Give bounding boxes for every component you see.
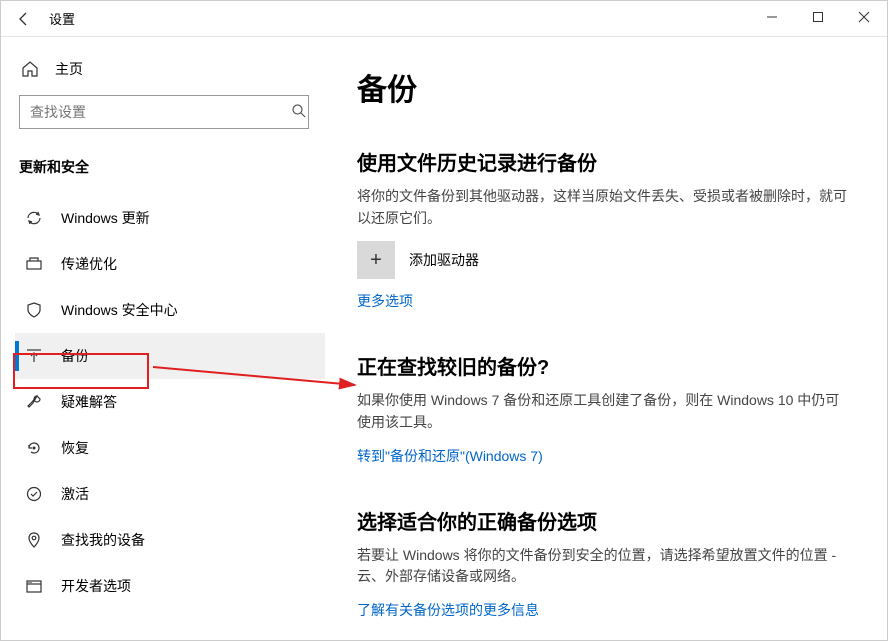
nav-item-developer[interactable]: 开发者选项 — [15, 563, 325, 609]
nav-label: 备份 — [61, 346, 89, 366]
search-input[interactable] — [19, 95, 309, 129]
add-drive-button[interactable]: + 添加驱动器 — [357, 241, 851, 279]
minimize-button[interactable] — [749, 1, 795, 33]
recovery-icon — [23, 439, 45, 457]
section-heading: 正在查找较旧的备份? — [357, 351, 851, 380]
nav-item-activation[interactable]: 激活 — [15, 471, 325, 517]
nav-item-recovery[interactable]: 恢复 — [15, 425, 325, 471]
section-backup-options: 选择适合你的正确备份选项 若要让 Windows 将你的文件备份到安全的位置，请… — [357, 506, 851, 620]
learn-more-link[interactable]: 了解有关备份选项的更多信息 — [357, 600, 539, 620]
main-content: 备份 使用文件历史记录进行备份 将你的文件备份到其他驱动器，这样当原始文件丢失、… — [333, 37, 887, 640]
nav-item-windows-update[interactable]: Windows 更新 — [15, 195, 325, 241]
nav-label: Windows 更新 — [61, 208, 150, 228]
location-icon — [23, 531, 45, 549]
nav-list: Windows 更新 传递优化 Windows 安全中心 备份 — [15, 195, 325, 609]
shield-icon — [23, 301, 45, 319]
section-desc: 如果你使用 Windows 7 备份和还原工具创建了备份，则在 Windows … — [357, 390, 851, 433]
more-options-link[interactable]: 更多选项 — [357, 291, 413, 311]
plus-icon: + — [357, 241, 395, 279]
section-desc: 若要让 Windows 将你的文件备份到安全的位置，请选择希望放置文件的位置 -… — [357, 545, 851, 588]
nav-label: 传递优化 — [61, 254, 117, 274]
section-desc: 将你的文件备份到其他驱动器，这样当原始文件丢失、受损或者被删除时，就可以还原它们… — [357, 186, 851, 229]
sidebar: 主页 更新和安全 Windows 更新 传递优化 — [1, 37, 333, 640]
close-button[interactable] — [841, 1, 887, 33]
nav-item-find-device[interactable]: 查找我的设备 — [15, 517, 325, 563]
section-header: 更新和安全 — [15, 149, 325, 195]
nav-label: 激活 — [61, 484, 89, 504]
nav-label: 开发者选项 — [61, 576, 131, 596]
window-title: 设置 — [49, 9, 75, 28]
home-label: 主页 — [55, 59, 83, 79]
nav-item-security[interactable]: Windows 安全中心 — [15, 287, 325, 333]
wrench-icon — [23, 393, 45, 411]
section-heading: 选择适合你的正确备份选项 — [357, 506, 851, 535]
nav-item-troubleshoot[interactable]: 疑难解答 — [15, 379, 325, 425]
section-heading: 使用文件历史记录进行备份 — [357, 147, 851, 176]
maximize-button[interactable] — [795, 1, 841, 33]
nav-label: Windows 安全中心 — [61, 300, 178, 320]
nav-label: 查找我的设备 — [61, 530, 145, 550]
back-button[interactable] — [9, 5, 37, 33]
nav-item-delivery-optimization[interactable]: 传递优化 — [15, 241, 325, 287]
activation-icon — [23, 485, 45, 503]
titlebar: 设置 — [1, 1, 887, 37]
sync-icon — [23, 209, 45, 227]
nav-item-backup[interactable]: 备份 — [15, 333, 325, 379]
section-file-history: 使用文件历史记录进行备份 将你的文件备份到其他驱动器，这样当原始文件丢失、受损或… — [357, 147, 851, 311]
nav-label: 疑难解答 — [61, 392, 117, 412]
backup-icon — [23, 347, 45, 365]
home-link[interactable]: 主页 — [15, 51, 325, 95]
section-old-backup: 正在查找较旧的备份? 如果你使用 Windows 7 备份和还原工具创建了备份，… — [357, 351, 851, 465]
developer-icon — [23, 577, 45, 595]
delivery-icon — [23, 255, 45, 273]
search-icon — [291, 103, 307, 124]
page-title: 备份 — [357, 65, 851, 109]
nav-label: 恢复 — [61, 438, 89, 458]
home-icon — [19, 60, 41, 78]
search-box — [19, 95, 321, 129]
add-drive-label: 添加驱动器 — [409, 250, 479, 270]
win7-backup-link[interactable]: 转到"备份和还原"(Windows 7) — [357, 446, 543, 466]
